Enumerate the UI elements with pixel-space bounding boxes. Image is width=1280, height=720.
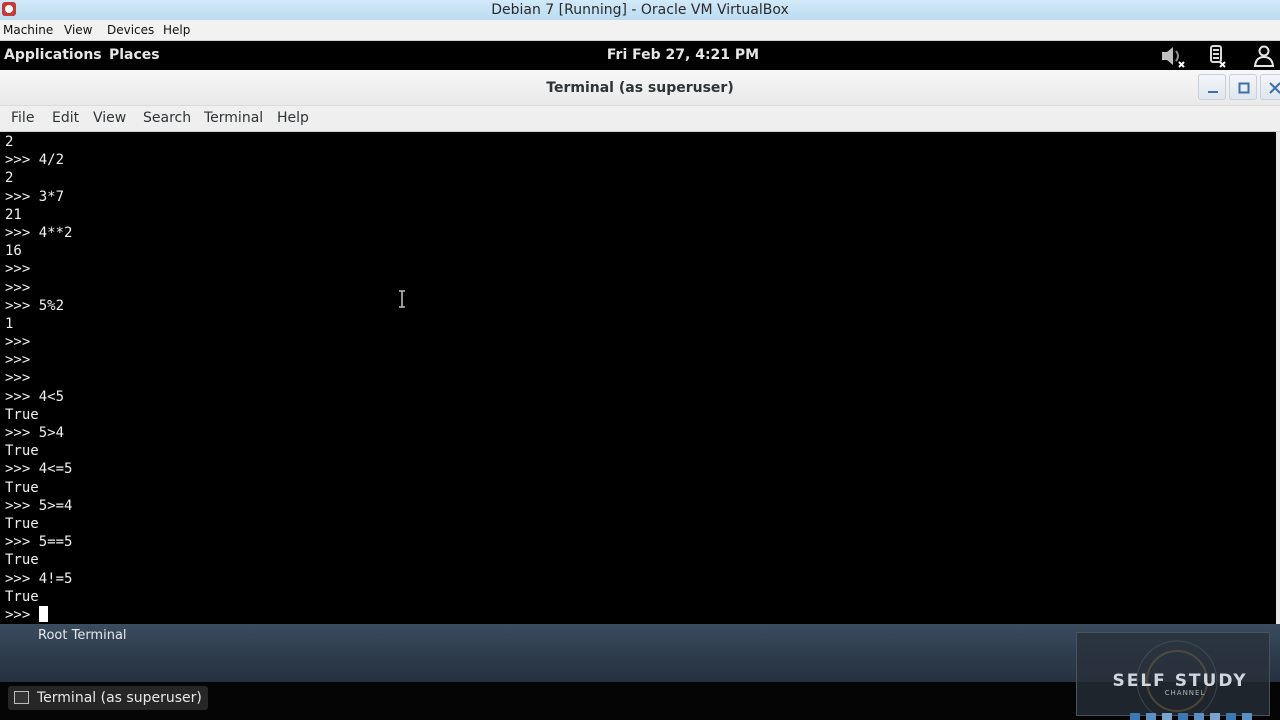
minimize-button[interactable] — [1198, 74, 1226, 100]
virtualbox-logo-icon — [2, 2, 16, 16]
maximize-button[interactable] — [1229, 74, 1257, 100]
terminal-line: >>> — [5, 334, 31, 351]
terminal-line: 2 — [5, 170, 14, 187]
terminal-line: True — [5, 406, 39, 423]
terminal-menubar: File Edit View Search Terminal Help — [0, 106, 1280, 132]
root-terminal-label[interactable]: Root Terminal — [38, 628, 127, 643]
vbox-menu-view[interactable]: View — [64, 23, 92, 37]
terminal-prompt: >>> — [5, 606, 39, 623]
text-cursor-icon — [399, 290, 405, 308]
terminal-line: True — [5, 443, 39, 460]
vbox-status-tray-icon — [1130, 713, 1252, 720]
terminal-line: >>> 3*7 — [5, 188, 65, 205]
menu-file[interactable]: File — [11, 110, 34, 126]
terminal-line: >>> 5>=4 — [5, 497, 73, 514]
channel-watermark: SELF STUDY CHANNEL — [1076, 632, 1270, 716]
terminal-titlebar[interactable]: Terminal (as superuser) — [0, 70, 1280, 106]
close-button[interactable] — [1260, 74, 1280, 100]
terminal-line: >>> 5==5 — [5, 534, 73, 551]
terminal-prompt-line[interactable]: >>> — [5, 605, 72, 624]
gnome-top-panel: Applications Places Fri Feb 27, 4:21 PM — [0, 41, 1280, 70]
terminal-line: >>> 5>4 — [5, 425, 65, 441]
terminal-line: >>> 5%2 — [5, 297, 65, 314]
terminal-line: >>> 4<5 — [5, 388, 65, 405]
terminal-line: >>> 4<=5 — [5, 461, 73, 478]
terminal-cursor — [38, 605, 48, 622]
watermark-subtitle: CHANNEL — [1164, 689, 1206, 697]
terminal-line: True — [5, 552, 39, 569]
network-icon[interactable] — [1206, 44, 1228, 68]
terminal-window-title: Terminal (as superuser) — [546, 80, 734, 96]
terminal-line: >>> 4**2 — [5, 224, 73, 241]
terminal-icon — [14, 691, 29, 704]
menu-view[interactable]: View — [93, 110, 126, 126]
terminal-line: True — [5, 588, 39, 605]
terminal-line: >>> 4!=5 — [5, 570, 73, 587]
terminal-line: >>> — [5, 352, 31, 369]
taskbar-item-terminal[interactable]: Terminal (as superuser) — [8, 686, 208, 710]
terminal-line: 2 — [5, 134, 14, 150]
terminal-window: Terminal (as superuser) File Edit View S… — [0, 70, 1280, 624]
vbox-titlebar: Debian 7 [Running] - Oracle VM VirtualBo… — [0, 0, 1280, 20]
user-icon[interactable] — [1252, 44, 1275, 67]
terminal-scrollbar[interactable] — [1276, 132, 1280, 624]
vbox-window-title: Debian 7 [Running] - Oracle VM VirtualBo… — [491, 2, 789, 18]
terminal-line: 21 — [5, 206, 22, 223]
terminal-lines: 2 >>> 4/2 2 >>> 3*7 21 >>> 4**2 16 >>> >>> >>> 5%… — [5, 133, 72, 624]
vbox-menu-machine[interactable]: Machine — [3, 23, 53, 37]
terminal-line: >>> — [5, 279, 31, 296]
menu-edit[interactable]: Edit — [52, 110, 79, 126]
vbox-menubar: Machine View Devices Help — [0, 20, 1280, 41]
volume-muted-icon[interactable] — [1160, 44, 1185, 68]
menu-terminal[interactable]: Terminal — [204, 110, 263, 126]
terminal-line: 1 — [5, 315, 14, 332]
panel-clock[interactable]: Fri Feb 27, 4:21 PM — [0, 47, 1280, 63]
vbox-menu-help[interactable]: Help — [163, 23, 190, 37]
terminal-line: 16 — [5, 243, 22, 260]
taskbar-item-label: Terminal (as superuser) — [37, 690, 202, 706]
watermark-title: SELF STUDY — [1112, 671, 1248, 691]
terminal-line: True — [5, 479, 39, 496]
terminal-line: >>> — [5, 370, 31, 387]
menu-help[interactable]: Help — [277, 110, 309, 126]
terminal-line: >>> — [5, 261, 31, 278]
terminal-line: True — [5, 515, 39, 532]
terminal-line: >>> 4/2 — [5, 152, 65, 169]
menu-search[interactable]: Search — [143, 110, 191, 126]
terminal-output[interactable]: 2 >>> 4/2 2 >>> 3*7 21 >>> 4**2 16 >>> >>> >>> 5%… — [0, 132, 1276, 624]
vbox-menu-devices[interactable]: Devices — [107, 23, 154, 37]
